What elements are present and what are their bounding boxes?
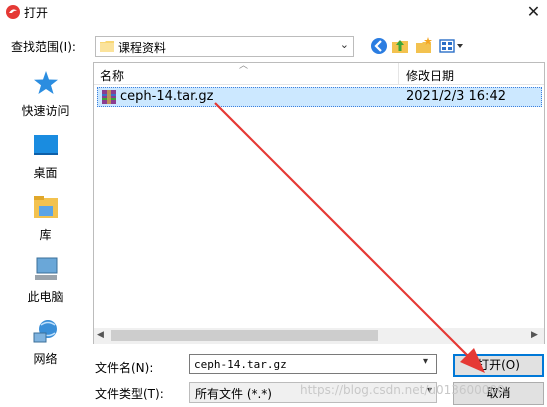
filename-label: 文件名(N): — [95, 361, 154, 375]
folder-icon — [100, 41, 114, 52]
network-icon — [33, 320, 57, 343]
new-folder-icon[interactable] — [414, 36, 434, 56]
back-icon[interactable] — [369, 36, 389, 56]
file-name: ceph-14.tar.gz — [120, 89, 214, 104]
places-bar: 快速访问 桌面 库 此电脑 网络 — [8, 62, 83, 370]
scroll-right-icon[interactable]: ▶ — [531, 330, 538, 340]
file-list: ︿ 名称 修改日期 ceph-14.tar.gz 2021/2/3 16:42 … — [93, 61, 545, 344]
desktop-icon — [34, 135, 58, 155]
look-in-value: 课程资料 — [118, 41, 167, 55]
window-title: 打开 — [24, 6, 49, 20]
place-label: 桌面 — [33, 166, 58, 180]
horizontal-scrollbar[interactable]: ◀ ▶ — [94, 328, 544, 344]
look-in-label: 查找范围(I): — [11, 40, 76, 54]
filetype-value: 所有文件 (*.*) — [195, 387, 272, 401]
column-divider[interactable] — [398, 63, 399, 84]
scrollbar-thumb[interactable] — [111, 330, 378, 341]
app-icon — [6, 5, 20, 19]
archive-icon — [102, 90, 116, 104]
title-bar: 打开 ✕ — [0, 0, 547, 26]
column-header-modified[interactable]: 修改日期 — [406, 67, 454, 84]
scroll-left-icon[interactable]: ◀ — [97, 330, 104, 340]
close-icon: ✕ — [526, 2, 541, 21]
close-button[interactable]: ✕ — [520, 0, 547, 26]
filetype-label: 文件类型(T): — [95, 387, 164, 401]
library-icon — [34, 196, 58, 218]
watermark: https://blog.csdn.net/u013600000 — [300, 383, 505, 397]
list-header: ︿ 名称 修改日期 — [94, 61, 544, 85]
place-quick-access[interactable]: 快速访问 — [8, 66, 83, 126]
sort-ascending-icon: ︿ — [239, 61, 249, 71]
filename-input[interactable] — [189, 354, 437, 374]
up-folder-icon[interactable] — [390, 36, 410, 56]
chevron-down-icon: ⌄ — [339, 38, 349, 51]
computer-icon — [35, 257, 58, 280]
file-modified-date: 2021/2/3 16:42 — [406, 89, 506, 104]
look-in-combo[interactable]: 课程资料 ⌄ — [95, 36, 354, 57]
file-row[interactable]: ceph-14.tar.gz 2021/2/3 16:42 — [97, 87, 542, 107]
place-label: 网络 — [33, 352, 58, 366]
filename-dropdown-icon[interactable]: ▾ — [423, 356, 428, 367]
place-this-pc[interactable]: 此电脑 — [8, 252, 83, 312]
place-label: 此电脑 — [27, 290, 64, 304]
column-header-name[interactable]: 名称 — [100, 67, 124, 84]
open-button[interactable]: 打开(O) — [453, 354, 544, 377]
place-label: 快速访问 — [21, 104, 70, 118]
place-network[interactable]: 网络 — [8, 314, 83, 374]
place-library[interactable]: 库 — [8, 190, 83, 250]
place-label: 库 — [39, 228, 52, 242]
place-desktop[interactable]: 桌面 — [8, 128, 83, 188]
star-icon — [34, 71, 58, 94]
views-menu-icon[interactable] — [438, 36, 466, 56]
